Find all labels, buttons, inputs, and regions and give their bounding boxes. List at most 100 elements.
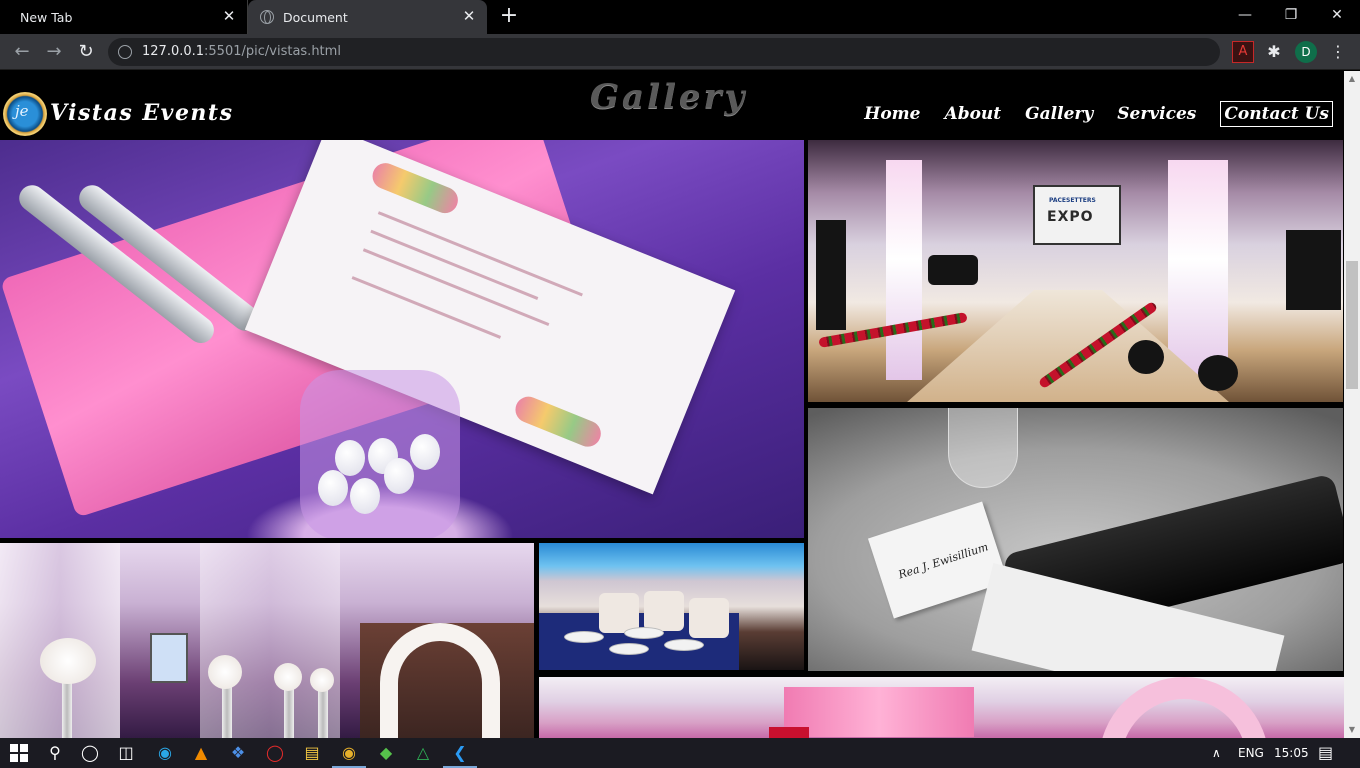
edge-icon[interactable]: ◉ <box>154 742 176 764</box>
page-viewport: PACESETTERS EXPO Rea J. Ewisillium je Vi… <box>0 71 1344 738</box>
gallery-photo-reception[interactable] <box>539 677 1344 738</box>
floral-arch <box>1099 677 1269 738</box>
nav-contact-us[interactable]: Contact Us <box>1220 101 1333 127</box>
tab-close-icon[interactable]: ✕ <box>221 8 237 24</box>
almond <box>410 434 440 470</box>
tab-strip: New Tab ✕ Document ✕ + — ❐ ✕ <box>0 0 1360 34</box>
pdf-extension-icon[interactable]: A <box>1232 41 1254 63</box>
restore-button[interactable]: ❐ <box>1268 0 1314 30</box>
tab-document[interactable]: Document ✕ <box>248 0 487 34</box>
almond <box>350 478 380 514</box>
browser-menu-icon[interactable]: ⋮ <box>1327 41 1349 63</box>
screen-small-text: PACESETTERS <box>1049 197 1096 204</box>
flower-arrangement <box>208 655 242 689</box>
task-view-icon[interactable]: ◫ <box>115 742 137 764</box>
start-icon[interactable] <box>8 742 30 764</box>
logo-icon[interactable]: je <box>3 92 47 136</box>
nav-about[interactable]: About <box>945 104 1002 124</box>
clock[interactable]: 15:05 <box>1274 738 1309 768</box>
flower-arrangement <box>274 663 302 691</box>
site-info-icon[interactable] <box>118 45 132 59</box>
search-icon[interactable]: ⚲ <box>44 742 66 764</box>
tab-close-icon[interactable]: ✕ <box>461 8 477 24</box>
plate <box>564 631 604 643</box>
minimize-button[interactable]: — <box>1222 0 1268 30</box>
git-icon[interactable]: ◆ <box>375 742 397 764</box>
new-tab-button[interactable]: + <box>498 5 520 27</box>
extensions-puzzle-icon[interactable]: ✱ <box>1263 41 1285 63</box>
almond <box>384 458 414 494</box>
menu-line <box>351 276 502 339</box>
screen-text: EXPO <box>1047 209 1094 225</box>
profile-avatar[interactable]: D <box>1295 41 1317 63</box>
vscode-icon[interactable]: ❮ <box>443 742 477 768</box>
cortana-icon[interactable]: ◯ <box>79 742 101 764</box>
language-indicator[interactable]: ENG <box>1238 738 1264 768</box>
tray-overflow-icon[interactable]: ∧ <box>1212 738 1221 768</box>
wine-glass <box>948 408 1018 488</box>
speaker <box>928 255 978 285</box>
scrollbar-thumb[interactable] <box>1346 261 1358 389</box>
lit-pillar <box>886 160 922 380</box>
tab-new-tab[interactable]: New Tab ✕ <box>0 0 248 34</box>
tab-title: Document <box>283 9 348 25</box>
page-scrollbar[interactable]: ▲ ▼ <box>1344 71 1360 738</box>
flower-arrangement <box>310 668 334 692</box>
address-bar[interactable]: 127.0.0.1:5501/pic/vistas.html <box>108 38 1220 66</box>
logo-mark: je <box>15 102 29 120</box>
flower-arrangement <box>40 638 96 684</box>
opera-icon[interactable]: ◯ <box>264 742 286 764</box>
almond <box>318 470 348 506</box>
scroll-up-icon[interactable]: ▲ <box>1344 71 1360 87</box>
stage-light <box>1198 355 1238 391</box>
google-drive-icon[interactable]: △ <box>412 742 434 764</box>
menu-line <box>362 248 550 326</box>
gallery-photo-table-setting[interactable] <box>0 140 804 538</box>
gallery-photo-expo-stage[interactable]: PACESETTERS EXPO <box>808 140 1343 402</box>
nav-gallery[interactable]: Gallery <box>1025 104 1093 124</box>
tab-title: New Tab <box>20 9 73 25</box>
speaker <box>816 220 846 330</box>
sign <box>769 727 809 738</box>
chair <box>644 591 684 631</box>
site-header: je Vistas Events Gallery Home About Gall… <box>0 71 1344 140</box>
taskbar: ⚲ ◯ ◫ ◉ ▲ ❖ ◯ ▤ ◉ ◆ △ ❮ ∧ ENG 15:05 ▤ <box>0 738 1360 768</box>
plate <box>609 643 649 655</box>
plate <box>664 639 704 651</box>
file-explorer-icon[interactable]: ▤ <box>301 742 323 764</box>
floral-wall <box>784 687 974 737</box>
nav-services[interactable]: Services <box>1117 104 1196 124</box>
main-nav: Home About Gallery Services Contact Us <box>864 101 1333 127</box>
gallery-photo-hall[interactable] <box>0 543 534 738</box>
projection-screen <box>150 633 188 683</box>
globe-icon <box>260 10 274 24</box>
speaker <box>1286 230 1341 310</box>
page-title: Gallery <box>590 77 748 117</box>
flower-arch <box>380 623 500 738</box>
scroll-down-icon[interactable]: ▼ <box>1344 722 1360 738</box>
brand-name[interactable]: Vistas Events <box>50 100 233 126</box>
url-path: :5501/pic/vistas.html <box>204 44 341 59</box>
menu-line <box>377 211 583 297</box>
place-card-text: Rea J. Ewisillium <box>896 540 990 582</box>
plate <box>624 627 664 639</box>
url-text[interactable]: 127.0.0.1:5501/pic/vistas.html <box>142 44 341 59</box>
notification-icon[interactable]: ▤ <box>1318 738 1333 768</box>
vlc-icon[interactable]: ▲ <box>190 742 212 764</box>
floral-decoration <box>511 392 605 451</box>
reload-button[interactable]: ↻ <box>72 38 100 66</box>
stage-light <box>1128 340 1164 374</box>
window-close-button[interactable]: ✕ <box>1314 0 1360 30</box>
chrome-icon[interactable]: ◉ <box>332 742 366 768</box>
nav-home[interactable]: Home <box>864 104 920 124</box>
dropbox-icon[interactable]: ❖ <box>227 742 249 764</box>
forward-button[interactable]: → <box>40 38 68 66</box>
url-host: 127.0.0.1 <box>142 44 205 59</box>
browser-toolbar: ← → ↻ 127.0.0.1:5501/pic/vistas.html A ✱… <box>0 34 1360 70</box>
gallery-photo-place-card[interactable]: Rea J. Ewisillium <box>808 408 1343 671</box>
expo-screen: PACESETTERS EXPO <box>1033 185 1121 245</box>
back-button[interactable]: ← <box>8 38 36 66</box>
almond <box>335 440 365 476</box>
chair <box>689 598 729 638</box>
gallery-photo-dining[interactable] <box>539 543 804 670</box>
